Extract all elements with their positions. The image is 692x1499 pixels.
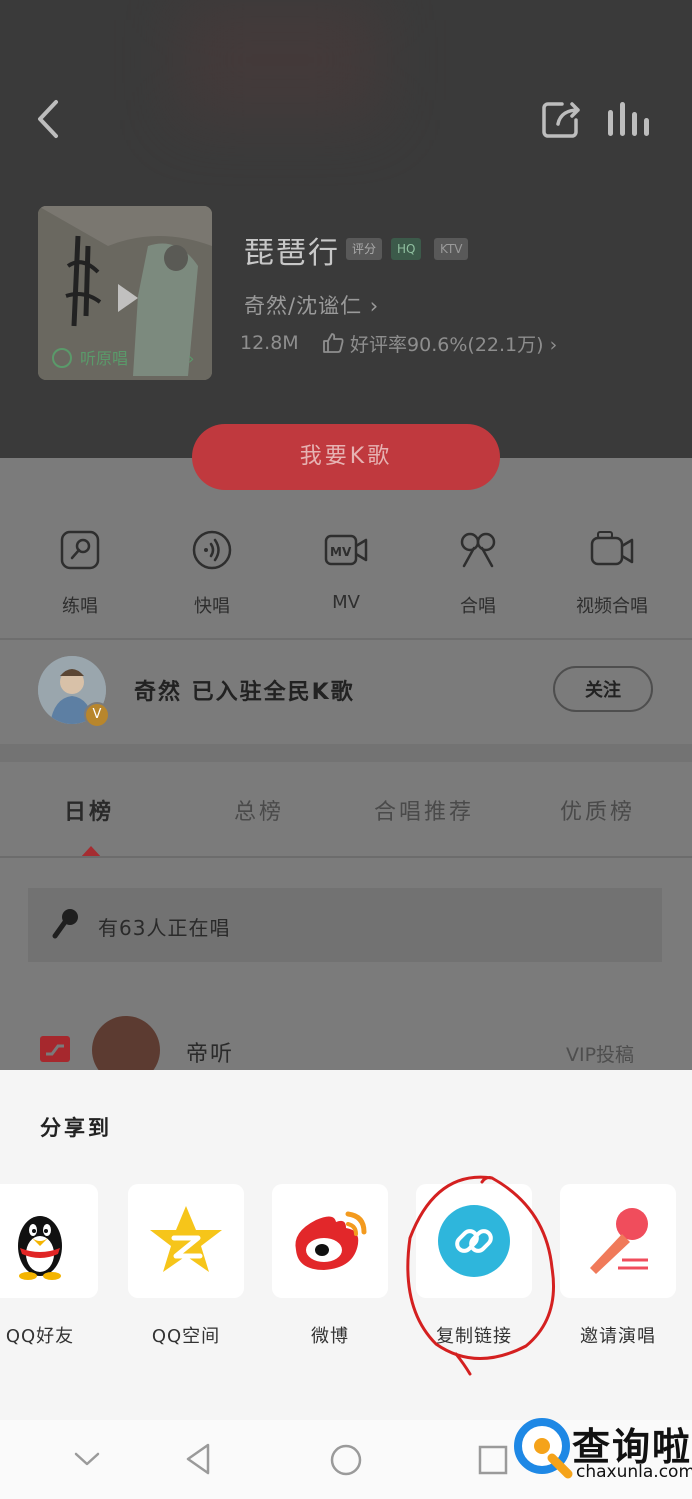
share-item-label: QQ好友 bbox=[5, 1326, 75, 1347]
video-chorus-icon bbox=[590, 531, 634, 566]
follow-button[interactable]: 关注 bbox=[553, 666, 653, 712]
qq-penguin-icon bbox=[18, 1216, 62, 1280]
artist-name: 奇然/沈谧仁 bbox=[244, 294, 363, 318]
divider bbox=[0, 638, 692, 640]
share-item-label: 微博 bbox=[311, 1326, 349, 1347]
chorus-icon bbox=[460, 532, 496, 568]
share-weibo[interactable] bbox=[272, 1184, 388, 1298]
weibo-icon bbox=[295, 1211, 367, 1270]
feature-video-chorus[interactable]: 视频合唱 bbox=[552, 522, 672, 618]
nav-back-icon[interactable] bbox=[182, 1442, 214, 1476]
share-icon[interactable] bbox=[540, 98, 584, 140]
share-qzone[interactable] bbox=[128, 1184, 244, 1298]
share-invite-sing[interactable] bbox=[560, 1184, 676, 1298]
chevron-right-icon: › bbox=[549, 334, 558, 356]
watermark-url: chaxunla.com bbox=[576, 1462, 692, 1482]
svg-text:›: › bbox=[188, 349, 194, 368]
feature-label: 合唱 bbox=[460, 596, 496, 617]
thumbs-up-icon bbox=[323, 333, 344, 353]
microphone-icon bbox=[590, 1208, 648, 1274]
section-divider bbox=[0, 744, 692, 762]
score-tag: 评分 bbox=[346, 238, 383, 260]
album-cover[interactable]: 听原唱 › bbox=[38, 206, 212, 380]
listen-original-label[interactable]: 听原唱 bbox=[80, 349, 128, 368]
share-item-label: 邀请演唱 bbox=[580, 1326, 656, 1347]
sing-karaoke-button[interactable]: 我要K歌 bbox=[192, 424, 500, 490]
chevron-right-icon: › bbox=[369, 294, 380, 318]
hq-tag: HQ bbox=[391, 238, 422, 260]
album-art-image: 听原唱 › bbox=[38, 206, 212, 380]
ktv-tag: KTV bbox=[434, 238, 469, 260]
feature-quick-sing[interactable]: 快唱 bbox=[152, 522, 272, 618]
chevron-down-icon[interactable] bbox=[72, 1448, 102, 1470]
share-item-label: QQ空间 bbox=[151, 1326, 221, 1347]
feature-practice[interactable]: 练唱 bbox=[20, 522, 140, 618]
rating-text: 好评率90.6%(22.1万) bbox=[350, 334, 544, 356]
watermark-logo: 查询啦 chaxunla.com bbox=[512, 1412, 692, 1492]
vip-submission-tag: VIP投稿 bbox=[566, 1044, 635, 1066]
nav-recents-icon[interactable] bbox=[476, 1444, 510, 1476]
singing-now-text: 有63人正在唱 bbox=[98, 916, 231, 940]
tab-quality-chart[interactable]: 优质榜 bbox=[560, 794, 635, 826]
equalizer-icon[interactable] bbox=[606, 100, 652, 138]
tab-divider bbox=[0, 856, 692, 858]
play-count: 12.8M bbox=[240, 332, 299, 354]
microphone-icon bbox=[52, 909, 78, 939]
mv-icon: MV bbox=[324, 534, 368, 566]
feature-label: 快唱 bbox=[194, 596, 230, 617]
tab-daily-chart[interactable]: 日榜 bbox=[64, 794, 114, 826]
nav-home-icon[interactable] bbox=[328, 1442, 364, 1478]
qzone-star-icon bbox=[150, 1206, 222, 1272]
tab-total-chart[interactable]: 总榜 bbox=[234, 794, 284, 826]
practice-icon bbox=[60, 530, 100, 570]
header-background-blur bbox=[180, 0, 380, 120]
share-sheet-title: 分享到 bbox=[40, 1116, 112, 1140]
quick-sing-icon bbox=[192, 530, 232, 570]
artist-link[interactable]: 奇然/沈谧仁 › bbox=[244, 290, 379, 320]
svg-text:MV: MV bbox=[330, 545, 352, 559]
annotation-circle bbox=[406, 1175, 556, 1376]
song-title: 琵琶行 bbox=[244, 236, 340, 271]
rating-link[interactable]: 好评率90.6%(22.1万) › bbox=[322, 330, 557, 357]
rank-user-name[interactable]: 帝听 bbox=[186, 1036, 234, 1068]
artist-joined-text: 奇然 已入驻全民K歌 bbox=[134, 680, 355, 705]
feature-label: 练唱 bbox=[62, 596, 98, 617]
tab-chorus-recommend[interactable]: 合唱推荐 bbox=[374, 794, 474, 826]
back-arrow-icon[interactable] bbox=[30, 96, 70, 142]
verified-badge-icon: V bbox=[84, 702, 110, 728]
rank-up-badge-icon bbox=[40, 1036, 70, 1062]
share-qq-friend[interactable] bbox=[0, 1184, 98, 1298]
feature-mv[interactable]: MV MV bbox=[286, 522, 406, 613]
feature-label: MV bbox=[332, 592, 360, 613]
feature-chorus[interactable]: 合唱 bbox=[418, 522, 538, 618]
search-logo-icon bbox=[514, 1418, 573, 1479]
feature-label: 视频合唱 bbox=[576, 596, 648, 617]
